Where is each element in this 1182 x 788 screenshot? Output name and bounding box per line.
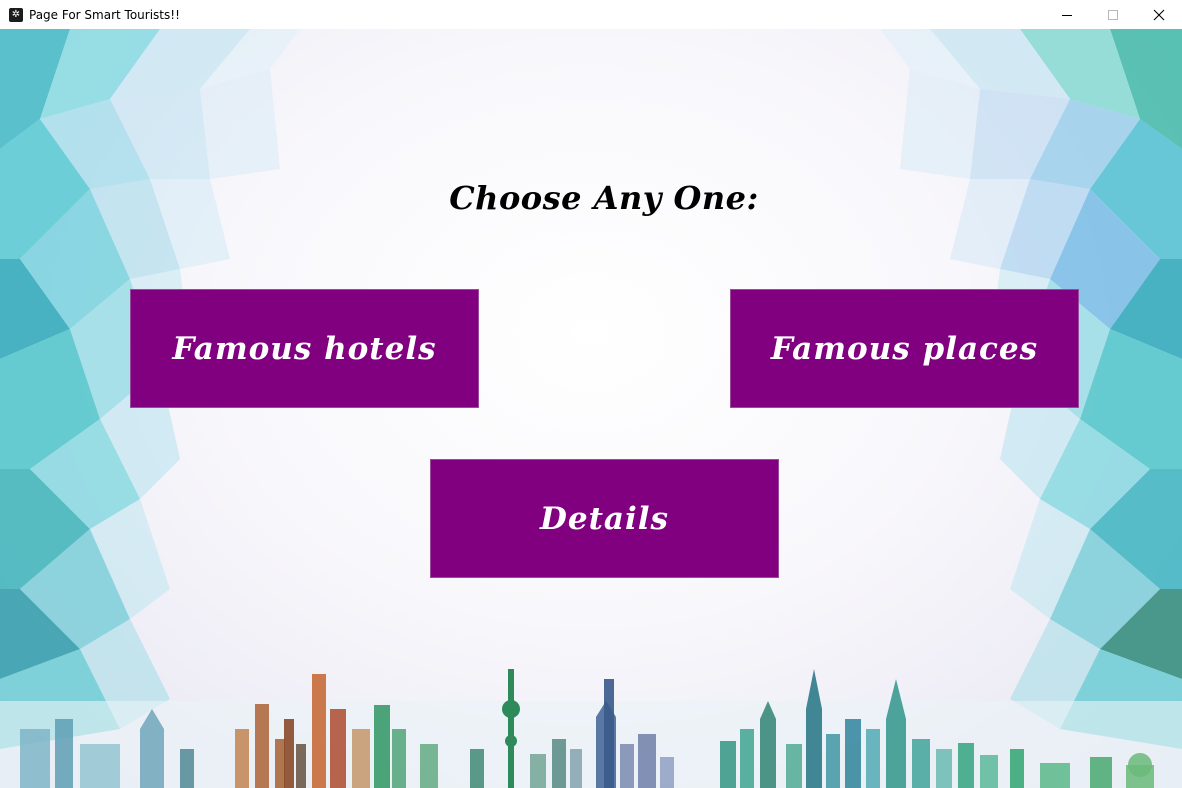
app-icon: ✲ bbox=[9, 7, 23, 22]
window-title: Page For Smart Tourists!! bbox=[29, 7, 180, 22]
title-bar[interactable]: ✲ Page For Smart Tourists!! bbox=[0, 0, 1182, 29]
window-controls bbox=[1044, 0, 1182, 29]
minimize-icon bbox=[1062, 14, 1072, 16]
city-skyline-decoration bbox=[0, 669, 1182, 788]
maximize-button[interactable] bbox=[1090, 0, 1136, 29]
background-image bbox=[0, 29, 1182, 788]
close-icon bbox=[1153, 9, 1165, 20]
details-button[interactable]: Details bbox=[430, 459, 779, 578]
famous-places-button[interactable]: Famous places bbox=[730, 289, 1079, 408]
close-button[interactable] bbox=[1136, 0, 1182, 29]
main-content: Choose Any One: Famous hotels Famous pla… bbox=[0, 29, 1182, 788]
famous-hotels-button[interactable]: Famous hotels bbox=[130, 289, 479, 408]
minimize-button[interactable] bbox=[1044, 0, 1090, 29]
maximize-icon bbox=[1108, 9, 1118, 20]
page-heading: Choose Any One: bbox=[449, 179, 759, 217]
app-window: ✲ Page For Smart Tourists!! Choose Any O… bbox=[0, 0, 1182, 788]
